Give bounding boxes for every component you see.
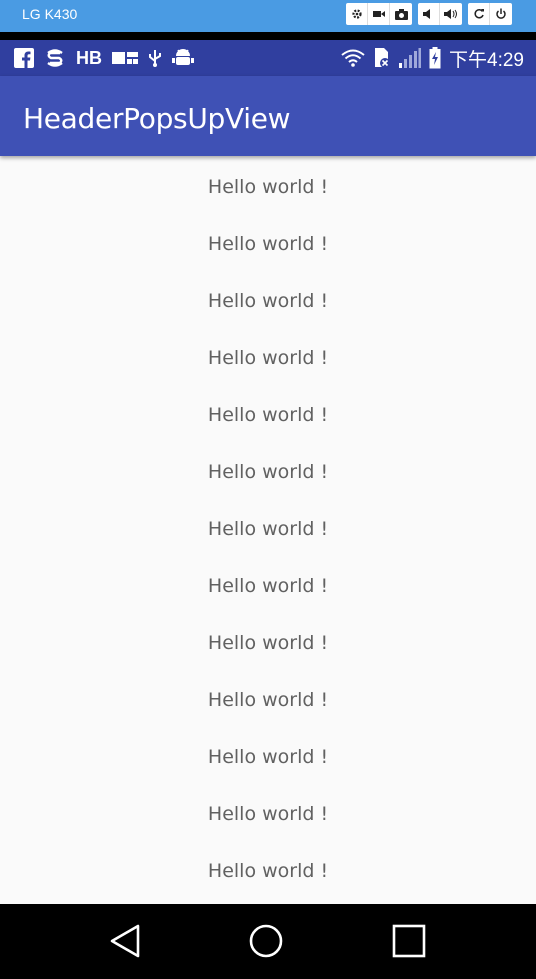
list-item[interactable]: Hello world ! <box>0 443 536 500</box>
emulator-controls <box>340 3 512 25</box>
list-item[interactable]: Hello world ! <box>0 785 536 842</box>
sync-icon <box>44 48 66 68</box>
list-item[interactable]: Hello world ! <box>0 671 536 728</box>
list-item[interactable]: Hello world ! <box>0 158 536 215</box>
facebook-icon <box>14 48 34 68</box>
app-bar: HeaderPopsUpView <box>0 76 536 156</box>
volume-down-icon[interactable] <box>418 3 440 25</box>
app-title: HeaderPopsUpView <box>23 102 291 135</box>
navigation-bar <box>0 904 536 979</box>
camera-icon[interactable] <box>390 3 412 25</box>
wifi-icon <box>341 49 365 67</box>
android-debug-icon <box>172 48 194 68</box>
settings-icon[interactable] <box>346 3 368 25</box>
usb-icon <box>148 48 162 68</box>
list-item[interactable]: Hello world ! <box>0 386 536 443</box>
home-icon[interactable] <box>246 921 286 961</box>
emulator-title-bar: LG K430 <box>0 0 536 32</box>
list-item[interactable]: Hello world ! <box>0 614 536 671</box>
recents-icon[interactable] <box>389 921 429 961</box>
list-item[interactable]: Hello world ! <box>0 728 536 785</box>
hello-list[interactable]: Hello world ! Hello world ! Hello world ! H… <box>0 158 536 904</box>
list-item[interactable]: Hello world ! <box>0 500 536 557</box>
status-bar: HB 下午4:29 <box>0 40 536 76</box>
volume-up-icon[interactable] <box>440 3 462 25</box>
rotate-icon[interactable] <box>468 3 490 25</box>
hb-label: HB <box>76 47 102 68</box>
power-icon[interactable] <box>490 3 512 25</box>
status-time: 下午4:29 <box>449 49 524 71</box>
signal-icon <box>399 48 422 68</box>
no-sim-icon <box>373 47 391 69</box>
list-item[interactable]: Hello world ! <box>0 842 536 899</box>
list-item[interactable]: Hello world ! <box>0 557 536 614</box>
video-icon[interactable] <box>368 3 390 25</box>
screen-icon <box>112 50 138 66</box>
list-item[interactable]: Hello world ! <box>0 272 536 329</box>
list-item[interactable]: Hello world ! <box>0 215 536 272</box>
back-icon[interactable] <box>105 921 145 961</box>
list-item[interactable]: Hello world ! <box>0 329 536 386</box>
emulator-title: LG K430 <box>22 6 78 22</box>
emulator-separator <box>0 32 536 40</box>
battery-icon <box>429 47 441 69</box>
